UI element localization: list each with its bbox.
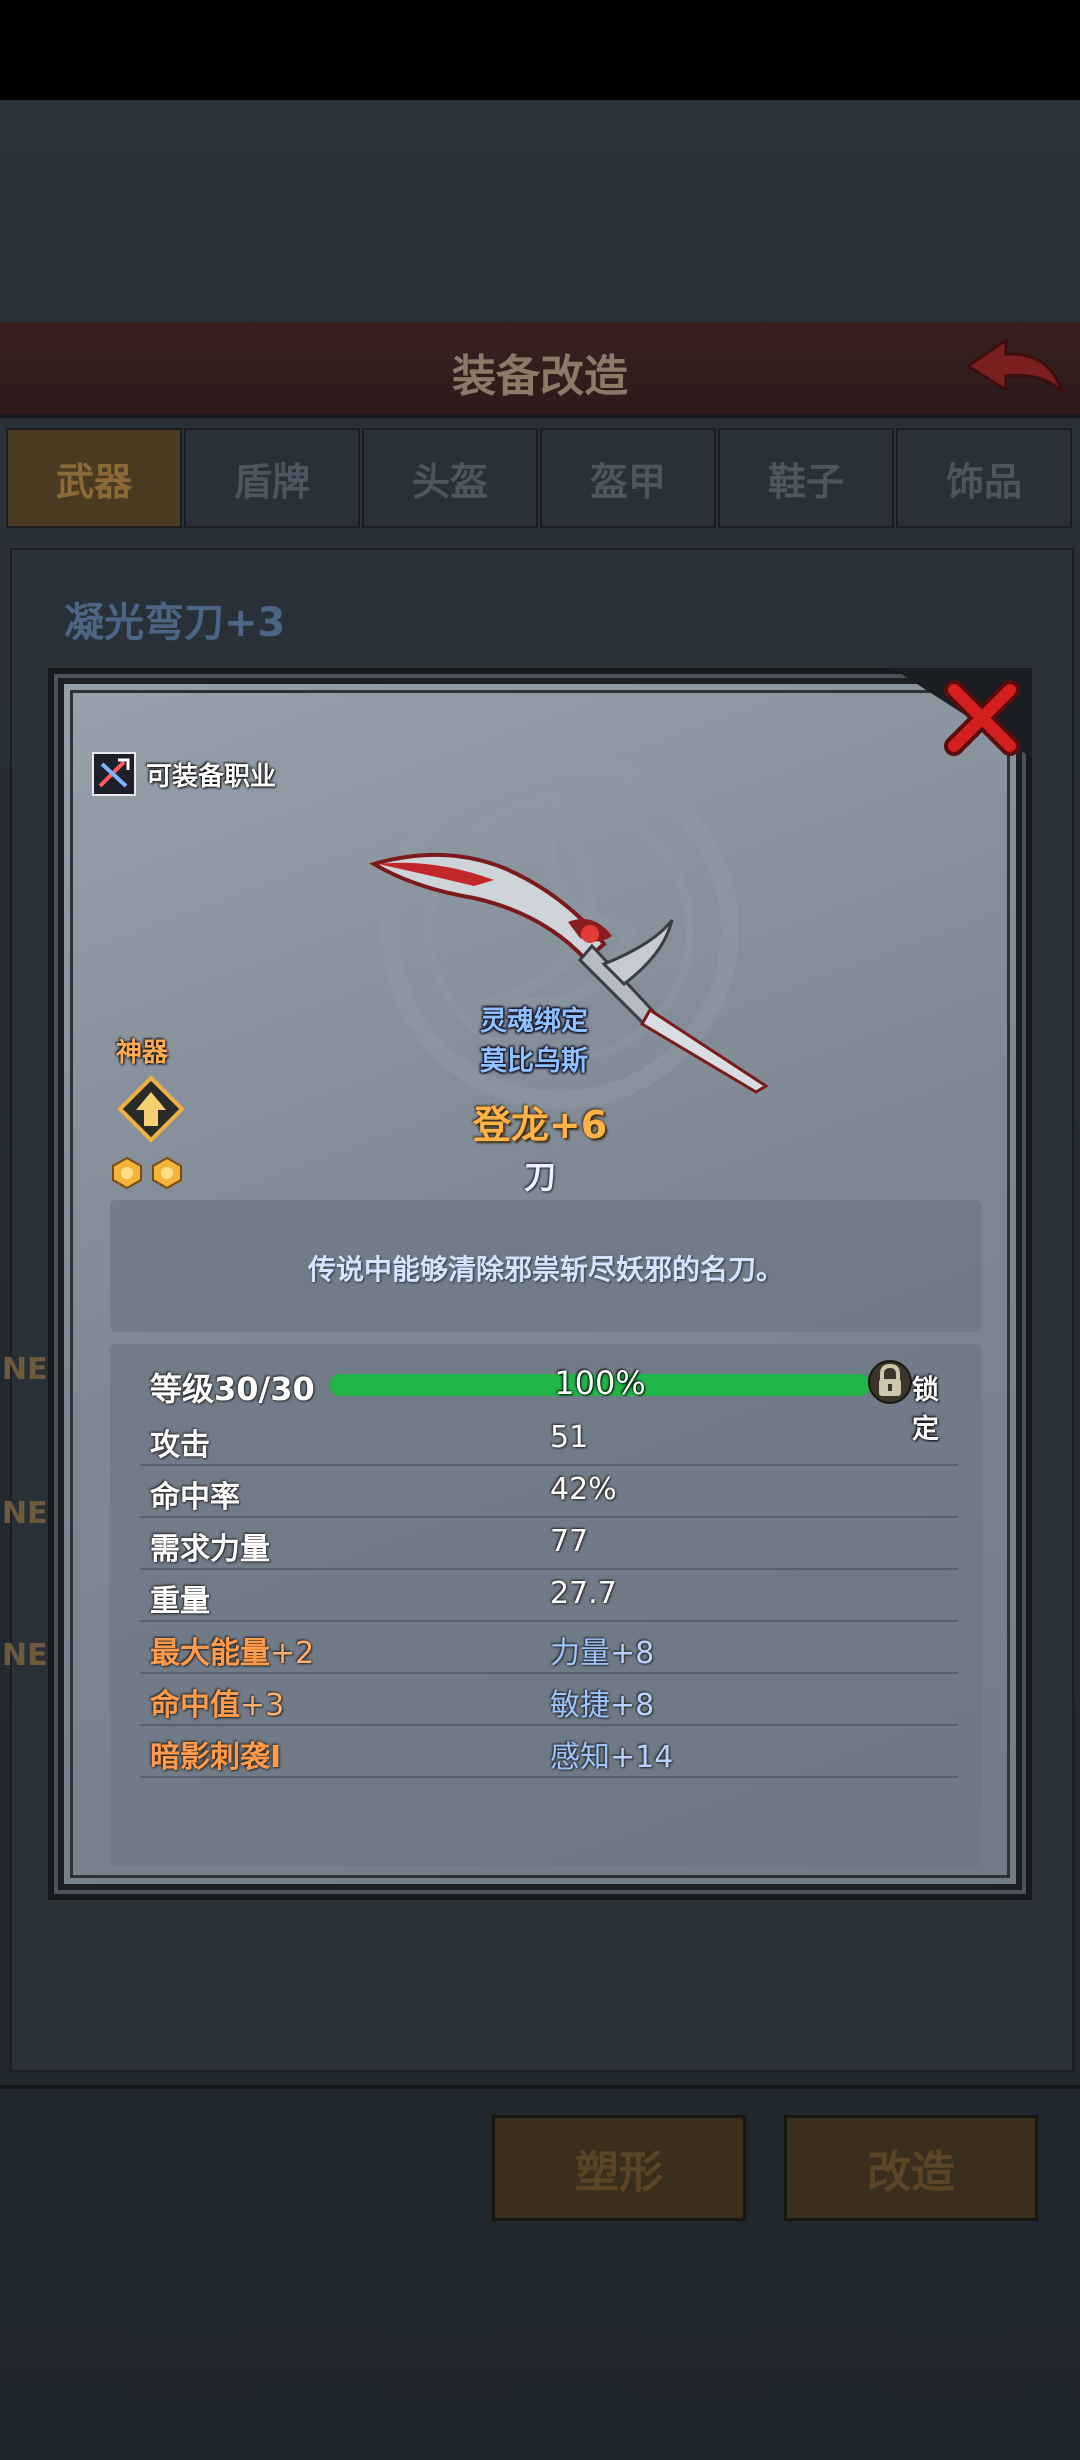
tab-boots[interactable]: 鞋子 xyxy=(718,428,894,528)
bonus-right-name: 敏捷 xyxy=(550,1688,610,1723)
bonus-left: 最大能量+2 xyxy=(150,1628,314,1672)
stat-label: 攻击 xyxy=(150,1428,210,1463)
bonus-row: 命中值+3 敏捷+8 xyxy=(140,1672,958,1726)
stats-box: 等级30/30 100% 锁定 攻击 51 命中率 42% 需求力量 77 重量… xyxy=(110,1344,982,1866)
close-icon[interactable] xyxy=(942,678,1022,758)
bonus-left-name: 最大能量 xyxy=(150,1636,270,1671)
bonus-right-plus: +14 xyxy=(610,1740,674,1775)
bonus-right-plus: +8 xyxy=(610,1688,655,1723)
new-tag: NE xyxy=(2,1496,48,1531)
item-enhance-level: +6 xyxy=(548,1103,608,1147)
level-progress-text: 100% xyxy=(554,1364,646,1402)
item-detail-dialog: 可装备职业 灵魂绑定 莫比乌斯 神器 登龙+6 刀 传说中能够清除邪祟斩尽妖邪的… xyxy=(48,668,1032,1900)
tab-armor[interactable]: 盔甲 xyxy=(540,428,716,528)
bonus-right-name: 感知 xyxy=(550,1740,610,1775)
header-bar: 装备改造 xyxy=(0,322,1080,418)
bonus-right-name: 力量 xyxy=(550,1636,610,1671)
divider xyxy=(0,2085,1080,2089)
category-tabs: 武器 盾牌 头盔 盔甲 鞋子 饰品 xyxy=(6,428,1080,528)
stat-value: 42% xyxy=(550,1472,617,1507)
artifact-label: 神器 xyxy=(116,1038,169,1068)
reshape-button[interactable]: 塑形 xyxy=(492,2115,746,2221)
item-description: 传说中能够清除邪祟斩尽妖邪的名刀。 xyxy=(307,1253,784,1286)
bonus-right-plus: +8 xyxy=(610,1636,655,1671)
stat-row: 重量 27.7 xyxy=(140,1568,958,1622)
bonus-right: 力量+8 xyxy=(550,1628,654,1672)
tab-helmet[interactable]: 头盔 xyxy=(362,428,538,528)
stat-value: 27.7 xyxy=(550,1576,617,1611)
class-label: 可装备职业 xyxy=(146,762,277,792)
bonus-right: 感知+14 xyxy=(550,1732,673,1776)
back-arrow-icon[interactable] xyxy=(958,332,1068,402)
stat-row: 需求力量 77 xyxy=(140,1516,958,1570)
stat-value: 77 xyxy=(550,1524,589,1559)
class-icon[interactable] xyxy=(92,752,136,796)
tab-shield[interactable]: 盾牌 xyxy=(184,428,360,528)
modify-button[interactable]: 改造 xyxy=(784,2115,1038,2221)
soul-bound-label: 灵魂绑定 莫比乌斯 xyxy=(434,1002,634,1082)
bonus-left: 暗影刺袭I xyxy=(150,1732,281,1776)
stat-row: 攻击 51 xyxy=(140,1412,958,1466)
new-tag: NE xyxy=(2,1638,48,1673)
screen-title: 装备改造 xyxy=(452,351,628,402)
status-bar xyxy=(0,0,1080,100)
level-row: 等级30/30 100% 锁定 xyxy=(140,1356,958,1445)
item-name: 登龙+6 xyxy=(54,1094,1026,1149)
bonus-left-plus: +2 xyxy=(270,1636,315,1671)
stat-row: 命中率 42% xyxy=(140,1464,958,1518)
level-label: 等级30/30 xyxy=(150,1370,315,1408)
lock-icon[interactable] xyxy=(868,1360,912,1404)
bonus-left-name: 命中值 xyxy=(150,1688,240,1723)
current-item-name: 凝光弯刀+3 xyxy=(64,600,286,646)
tab-accessory[interactable]: 饰品 xyxy=(896,428,1072,528)
stat-value: 51 xyxy=(550,1420,589,1455)
description-box: 传说中能够清除邪祟斩尽妖邪的名刀。 xyxy=(110,1200,982,1332)
item-type: 刀 xyxy=(523,1158,556,1196)
bonus-left-plus: +3 xyxy=(240,1688,285,1723)
item-name-text: 登龙 xyxy=(472,1103,549,1147)
bonus-row: 暗影刺袭I 感知+14 xyxy=(140,1724,958,1778)
bonus-left: 命中值+3 xyxy=(150,1680,284,1724)
skill-name: 暗影刺袭I xyxy=(150,1740,282,1775)
stat-label: 重量 xyxy=(150,1584,210,1619)
stat-label: 需求力量 xyxy=(150,1532,270,1567)
tab-weapon[interactable]: 武器 xyxy=(6,428,182,528)
bonus-row: 最大能量+2 力量+8 xyxy=(140,1620,958,1674)
new-tag: NE xyxy=(2,1352,48,1387)
bonus-right: 敏捷+8 xyxy=(550,1680,654,1724)
soul-bound-text: 灵魂绑定 xyxy=(480,1006,588,1037)
stat-label: 命中率 xyxy=(150,1480,240,1515)
owner-name: 莫比乌斯 xyxy=(480,1046,588,1077)
